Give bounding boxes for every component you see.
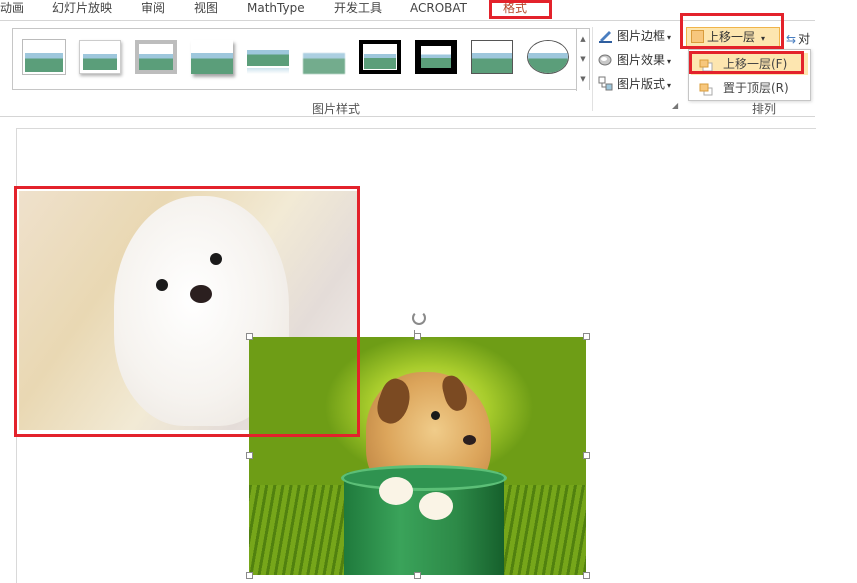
tab-slideshow[interactable]: 幻灯片放映	[52, 0, 112, 20]
picture-border-button[interactable]: 图片边框 ▾	[598, 26, 671, 46]
pencil-icon	[598, 28, 613, 43]
tab-format[interactable]: 格式	[503, 0, 527, 20]
picture-style-soft-edge[interactable]	[303, 40, 345, 74]
effects-icon	[598, 52, 613, 67]
gallery-scrollbar[interactable]: ▲ ▼ ▼	[576, 29, 589, 91]
resize-handle-sw[interactable]	[246, 572, 253, 579]
puppy-paw	[419, 492, 453, 520]
bring-forward-button[interactable]: 上移一层 ▾	[686, 27, 780, 48]
chevron-down-icon[interactable]: ▾	[761, 34, 765, 43]
align-button[interactable]: ⇆ 对	[786, 30, 810, 47]
picture-layout-button[interactable]: 图片版式 ▾	[598, 74, 671, 94]
picture-style-thin-border[interactable]	[471, 40, 513, 74]
gallery-up-icon[interactable]: ▲	[577, 29, 589, 49]
gallery-more-icon[interactable]: ▼	[577, 69, 589, 89]
resize-handle-n[interactable]	[414, 333, 421, 340]
group-divider	[592, 27, 593, 111]
picture-styles-gallery: ▲ ▼ ▼	[12, 28, 590, 91]
align-icon: ⇆	[786, 32, 797, 46]
picture-style-thick-black-frame[interactable]	[415, 40, 457, 74]
picture-styles-group-label: 图片样式	[312, 102, 361, 116]
bring-to-front-icon	[699, 81, 713, 96]
picture-style-oval[interactable]	[527, 40, 569, 74]
puppy-eye	[431, 411, 440, 420]
tab-mathtype[interactable]: MathType	[247, 0, 305, 20]
resize-handle-se[interactable]	[583, 572, 590, 579]
dialog-launcher-icon[interactable]: ◢	[672, 101, 678, 110]
menu-item-label: 上移一层(F)	[723, 57, 788, 71]
picture-style-gray-matte[interactable]	[135, 40, 177, 74]
tab-view[interactable]: 视图	[194, 0, 218, 20]
align-label: 对	[798, 32, 811, 46]
arrange-group-label: 排列	[752, 102, 777, 116]
picture-style-reflected[interactable]	[247, 40, 289, 74]
resize-handle-s[interactable]	[414, 572, 421, 579]
resize-handle-nw[interactable]	[246, 333, 253, 340]
bucket-rim	[341, 465, 507, 491]
menu-item-bring-to-front[interactable]: 置于顶层(R)	[691, 77, 808, 99]
picture-effects-label: 图片效果	[617, 53, 666, 67]
resize-handle-e[interactable]	[583, 452, 590, 459]
powerpoint-window: 动画 幻灯片放映 审阅 视图 MathType 开发工具 ACROBAT 格式 …	[0, 0, 857, 583]
bring-forward-icon	[699, 57, 713, 72]
puppy-paw	[379, 477, 413, 505]
rotate-handle-icon[interactable]	[412, 311, 426, 325]
bring-forward-icon	[691, 30, 704, 43]
puppy-eye	[156, 279, 168, 291]
picture-style-drop-shadow[interactable]	[191, 40, 233, 74]
puppy-eye	[210, 253, 222, 265]
resize-handle-w[interactable]	[246, 452, 253, 459]
tab-developer[interactable]: 开发工具	[334, 0, 382, 20]
bring-forward-menu: 上移一层(F) 置于顶层(R)	[688, 49, 811, 101]
picture-style-black-frame[interactable]	[359, 40, 401, 74]
gallery-down-icon[interactable]: ▼	[577, 49, 589, 69]
picture-border-label: 图片边框	[617, 29, 666, 43]
picture-style-white-frame[interactable]	[79, 40, 121, 74]
puppy-nose	[190, 285, 212, 303]
layout-icon	[598, 76, 613, 91]
tab-review[interactable]: 审阅	[141, 0, 165, 20]
menu-item-label: 置于顶层(R)	[723, 81, 789, 95]
picture-effects-button[interactable]: 图片效果 ▾	[598, 50, 671, 70]
tab-animations[interactable]: 动画	[0, 0, 24, 20]
bring-forward-label: 上移一层	[707, 30, 756, 44]
resize-handle-ne[interactable]	[583, 333, 590, 340]
picture-layout-label: 图片版式	[617, 77, 666, 91]
menu-item-bring-forward[interactable]: 上移一层(F)	[691, 53, 808, 75]
brown-puppy-picture[interactable]	[249, 337, 586, 575]
ribbon-tab-bar: 动画 幻灯片放映 审阅 视图 MathType 开发工具 ACROBAT 格式	[0, 0, 857, 20]
picture-style-simple-frame[interactable]	[23, 40, 65, 74]
puppy-nose	[463, 435, 476, 445]
tab-acrobat[interactable]: ACROBAT	[410, 0, 467, 20]
